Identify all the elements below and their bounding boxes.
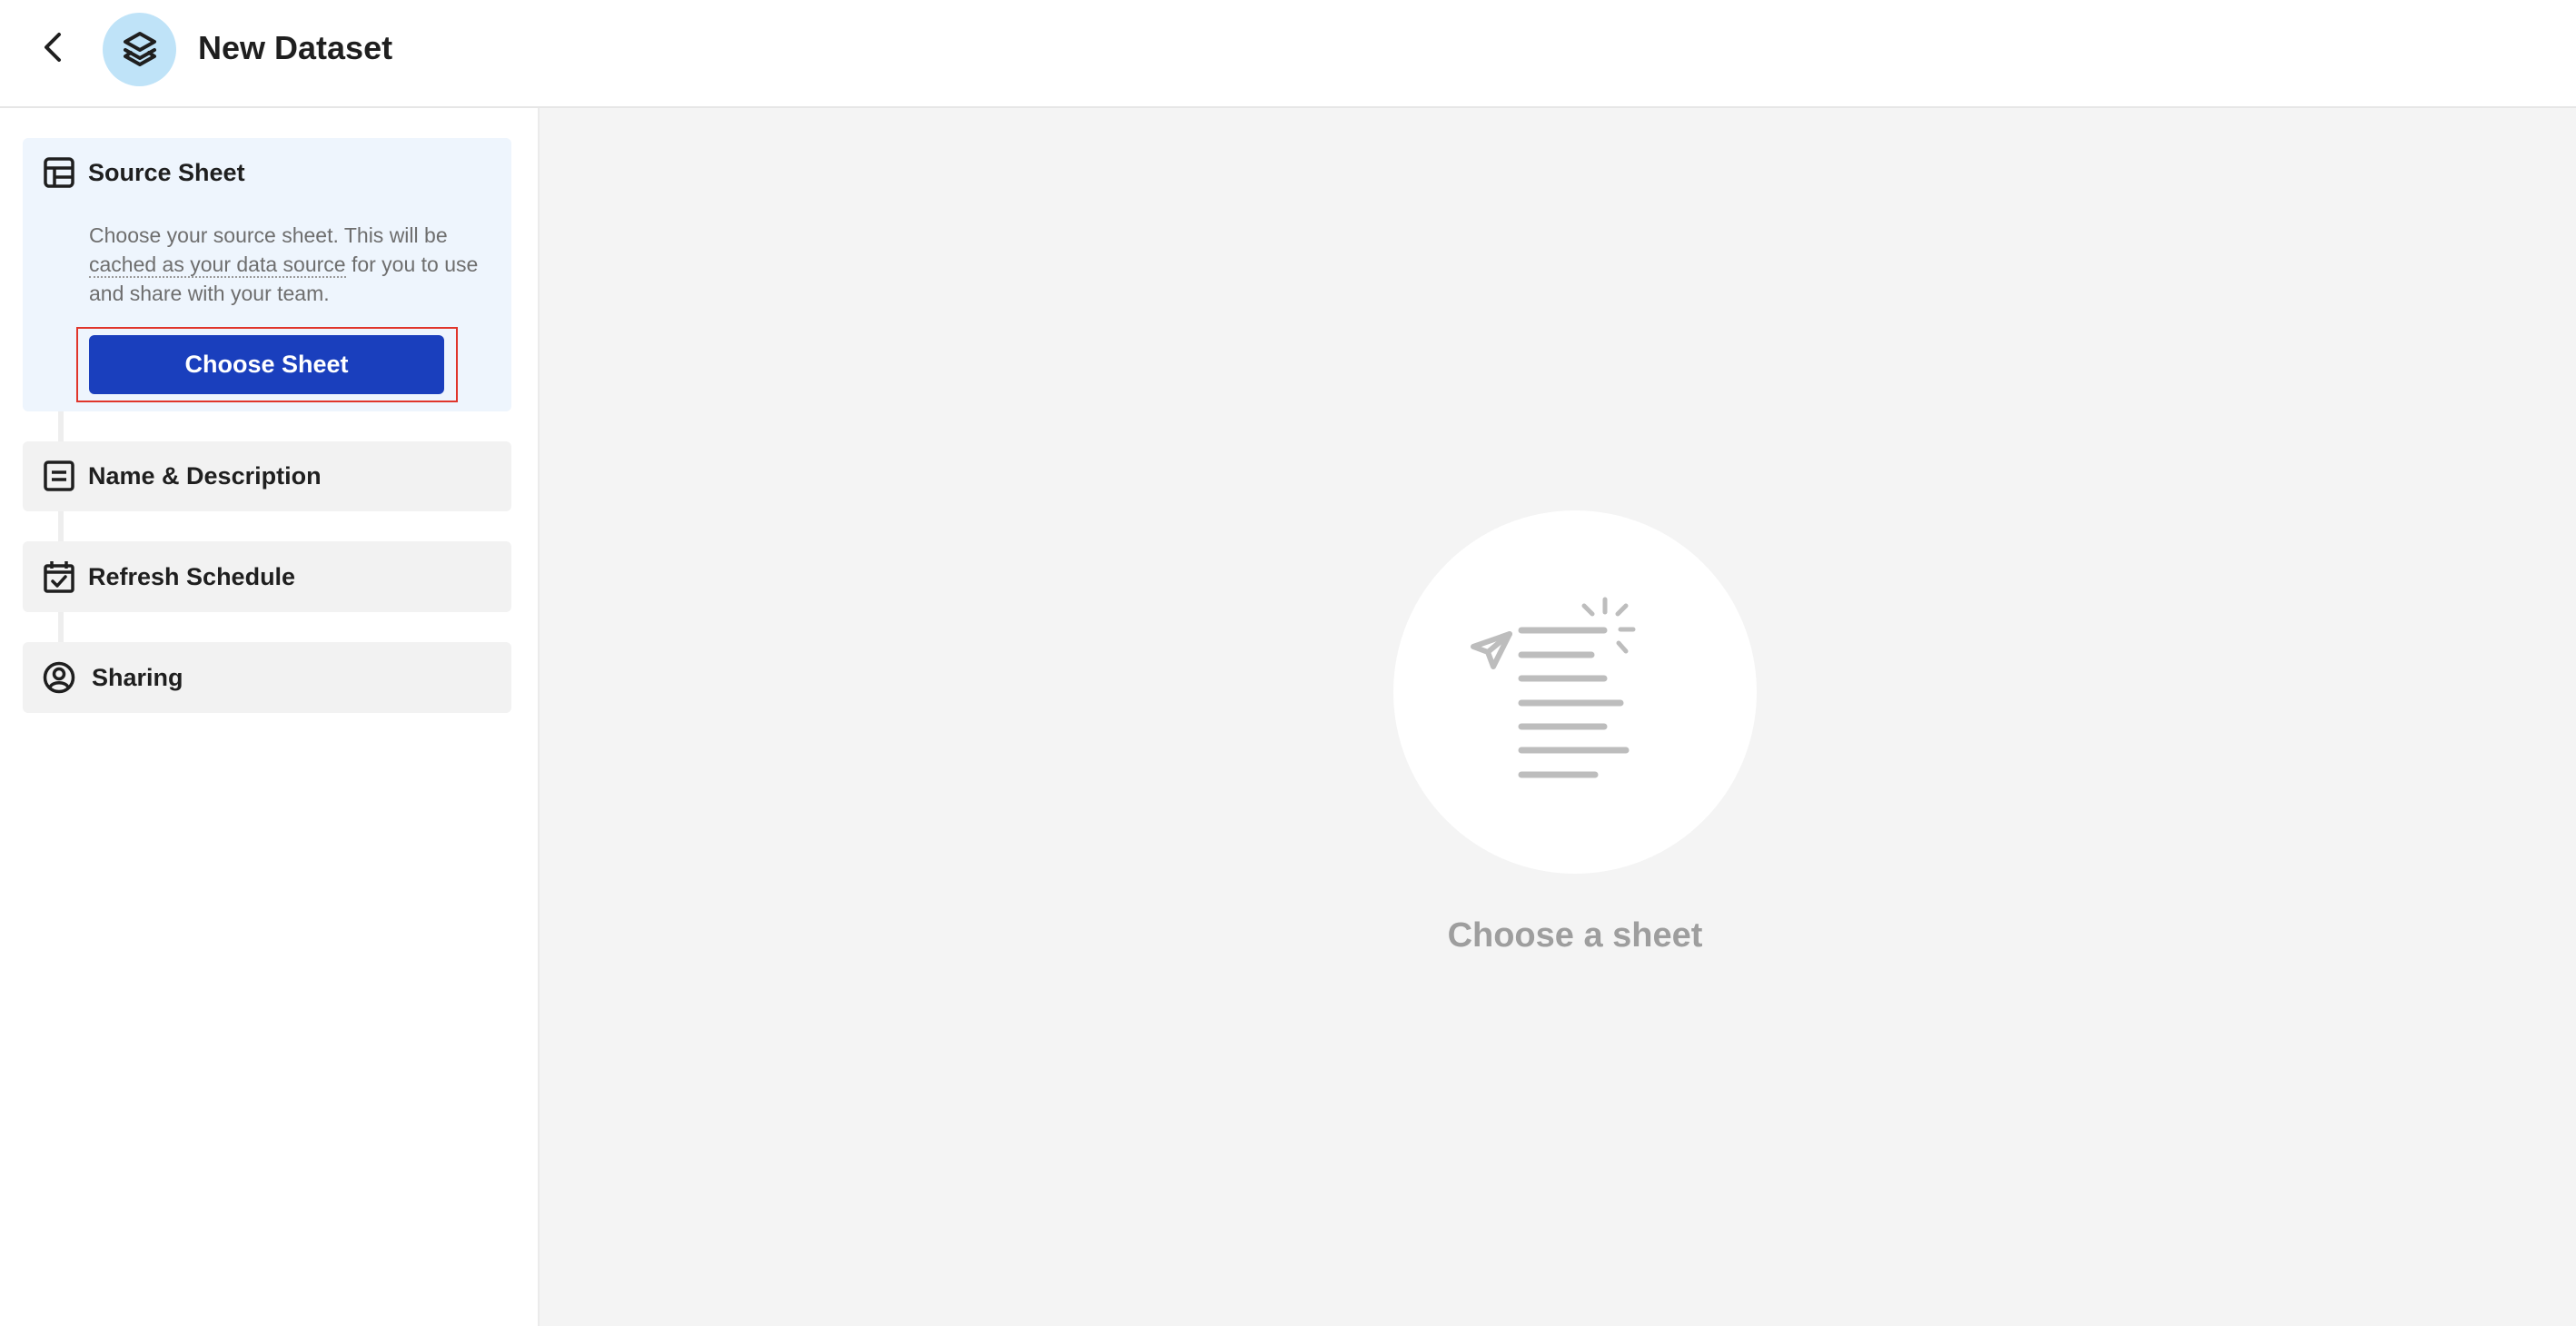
choose-sheet-button[interactable]: Choose Sheet [89, 335, 444, 394]
step-title: Name & Description [88, 461, 322, 490]
main-content: Choose a sheet [540, 108, 2576, 1326]
step-name-description[interactable]: Name & Description [23, 441, 511, 511]
step-connector [58, 612, 64, 642]
send-document-icon [1471, 597, 1636, 778]
step-header: Name & Description [43, 458, 322, 494]
document-icon [43, 460, 75, 492]
step-title: Refresh Schedule [88, 562, 296, 590]
step-connector [58, 511, 64, 541]
layers-icon [123, 31, 156, 66]
step-title: Source Sheet [88, 158, 245, 186]
page-title: New Dataset [198, 29, 393, 66]
data-source-tooltip-link[interactable]: cached as your data source [89, 252, 346, 278]
table-icon [43, 156, 75, 189]
chevron-left-icon [45, 33, 61, 62]
empty-state-illustration [1393, 510, 1757, 874]
step-description: Choose your source sheet. This will be c… [89, 221, 480, 308]
step-title: Sharing [92, 663, 183, 691]
top-header: New Dataset [0, 0, 2576, 108]
empty-state-text: Choose a sheet [1447, 916, 1703, 955]
step-connector [58, 411, 64, 441]
back-button[interactable] [33, 27, 73, 67]
dataset-logo [103, 13, 176, 86]
calendar-check-icon [43, 560, 75, 593]
step-header: Source Sheet [43, 154, 245, 191]
step-header: Refresh Schedule [43, 559, 295, 595]
step-sharing[interactable]: Sharing [23, 642, 511, 713]
step-header: Sharing [43, 659, 183, 696]
step-refresh-schedule[interactable]: Refresh Schedule [23, 541, 511, 612]
user-circle-icon [43, 661, 75, 694]
description-text: Choose your source sheet. This will be [89, 223, 448, 247]
steps-sidebar: Source Sheet Choose your source sheet. T… [0, 108, 540, 1326]
